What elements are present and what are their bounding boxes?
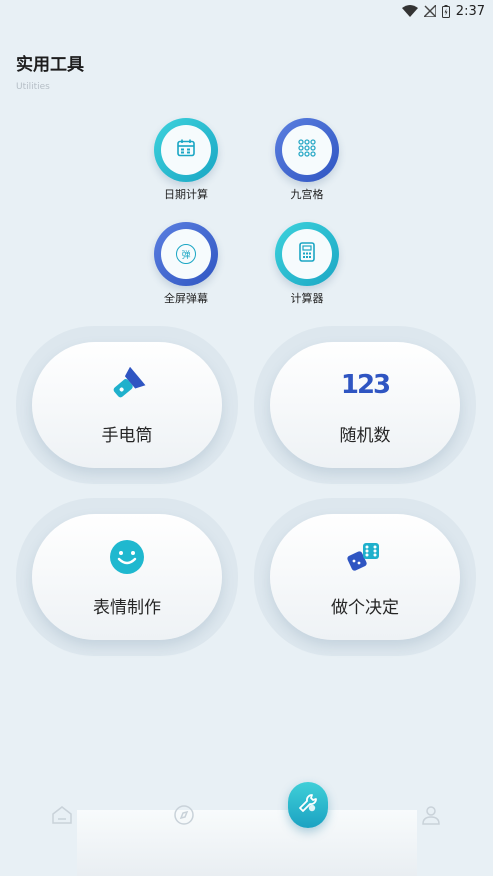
- tool-ring-inner: [282, 125, 332, 175]
- bottom-nav-bar: [77, 810, 417, 876]
- status-bar: 2:37: [0, 0, 493, 22]
- home-icon: [51, 805, 73, 829]
- status-time: 2:37: [455, 3, 485, 19]
- card-decision[interactable]: 做个决定: [270, 514, 460, 640]
- tool-date-calc[interactable]: 日期计算: [141, 118, 231, 202]
- card-emoji-maker[interactable]: 表情制作: [32, 514, 222, 640]
- tool-ring-inner: 弹: [161, 229, 211, 279]
- tool-ring: 弹: [154, 222, 218, 286]
- calculator-icon: [298, 242, 316, 266]
- no-signal-icon: [423, 5, 436, 17]
- tool-ring-inner: [282, 229, 332, 279]
- tool-label: 计算器: [290, 292, 324, 305]
- dice-icon: [345, 537, 385, 577]
- battery-icon: [441, 4, 450, 18]
- card-frame: 123 随机数: [254, 326, 476, 484]
- card-frame: 做个决定: [254, 498, 476, 656]
- tool-ring: [154, 118, 218, 182]
- tool-ring: [275, 222, 339, 286]
- card-label: 随机数: [339, 425, 391, 446]
- nav-profile[interactable]: [420, 806, 442, 828]
- card-label: 表情制作: [93, 597, 161, 618]
- card-frame: 表情制作: [16, 498, 238, 656]
- page-title: 实用工具: [16, 55, 84, 75]
- tool-ring: [275, 118, 339, 182]
- tool-calculator[interactable]: 计算器: [262, 222, 352, 306]
- screen: 2:37 实用工具 Utilities 日期计算 九宫格 弹 全屏弹幕 计算器 …: [0, 0, 493, 876]
- nav-tools[interactable]: [288, 782, 328, 828]
- nav-discover[interactable]: [172, 804, 196, 830]
- wifi-icon: [401, 5, 418, 17]
- flashlight-icon: [107, 365, 147, 405]
- card-flashlight[interactable]: 手电筒: [32, 342, 222, 468]
- tool-nine-grid[interactable]: 九宫格: [262, 118, 352, 202]
- page-subtitle: Utilities: [16, 82, 50, 92]
- card-label: 做个决定: [331, 597, 399, 618]
- random-number-icon: 123: [340, 369, 391, 400]
- wrench-icon: [297, 792, 319, 818]
- smiley-icon: [109, 537, 145, 577]
- card-random-number[interactable]: 123 随机数: [270, 342, 460, 468]
- tool-ring-inner: [161, 125, 211, 175]
- user-icon: [421, 805, 441, 829]
- grid-icon: [297, 138, 317, 162]
- nav-home[interactable]: [50, 806, 74, 828]
- card-label: 手电筒: [101, 425, 153, 446]
- tool-label: 九宫格: [290, 188, 324, 201]
- tool-label: 全屏弹幕: [164, 292, 208, 305]
- calendar-icon: [176, 138, 196, 162]
- tool-fullscreen-danmaku[interactable]: 弹 全屏弹幕: [141, 222, 231, 306]
- danmaku-icon: 弹: [176, 244, 196, 264]
- card-frame: 手电筒: [16, 326, 238, 484]
- compass-icon: [173, 804, 195, 830]
- tool-label: 日期计算: [164, 188, 208, 201]
